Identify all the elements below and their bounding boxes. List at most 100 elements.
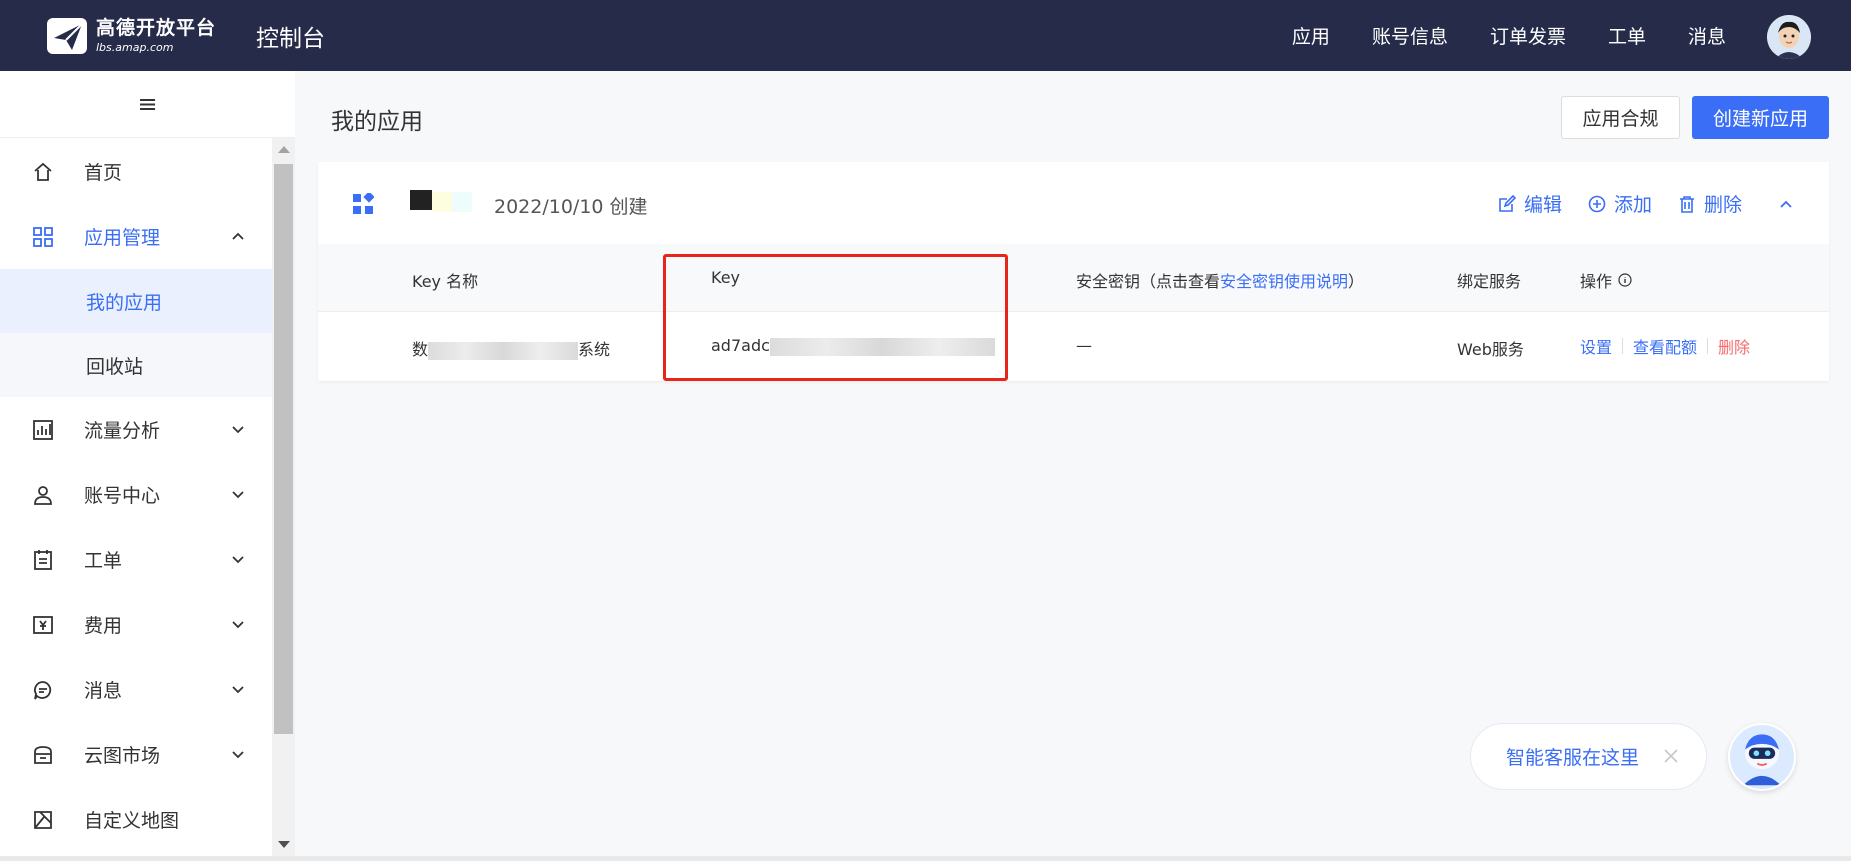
trash-icon <box>1679 195 1694 213</box>
secret-cell: — <box>1076 336 1092 355</box>
close-icon[interactable] <box>1661 746 1681 766</box>
scroll-up-arrow-icon[interactable] <box>278 146 290 153</box>
col-bound-service: 绑定服务 <box>1457 272 1522 291</box>
sidebar-toggle-button[interactable]: ≡ <box>0 71 295 138</box>
user-icon <box>30 482 56 508</box>
top-nav: 应用 账号信息 订单发票 工单 消息 <box>1292 0 1726 71</box>
nav-account-info[interactable]: 账号信息 <box>1372 22 1448 49</box>
key-settings-link[interactable]: 设置 <box>1580 334 1612 358</box>
sidebar-item-home[interactable]: 首页 <box>0 139 272 204</box>
row-actions: 设置 查看配额 删除 <box>1580 334 1750 358</box>
info-icon[interactable] <box>1618 273 1632 287</box>
avatar-face-icon <box>1767 15 1811 59</box>
add-key-button[interactable]: 添加 <box>1588 190 1652 217</box>
window-bottom-edge <box>0 856 1851 861</box>
divider <box>1707 338 1709 354</box>
sidebar-item-cloud-map-market[interactable]: 云图市场 <box>0 722 272 787</box>
chevron-down-icon <box>232 686 244 694</box>
scroll-down-arrow-icon[interactable] <box>278 841 290 848</box>
app-name-redacted <box>432 192 452 212</box>
sidebar-item-label: 消息 <box>84 680 123 702</box>
sidebar-item-label: 流量分析 <box>84 420 161 442</box>
nav-orders-invoices[interactable]: 订单发票 <box>1490 22 1566 49</box>
grid-icon <box>30 224 56 250</box>
create-new-app-button[interactable]: 创建新应用 <box>1692 96 1829 139</box>
nav-tickets[interactable]: 工单 <box>1608 22 1646 49</box>
hamburger-icon: ≡ <box>137 90 158 118</box>
chart-icon <box>30 417 56 443</box>
view-quota-link[interactable]: 查看配额 <box>1633 334 1697 358</box>
sidebar-item-custom-map[interactable]: 自定义地图 <box>0 787 272 852</box>
ticket-icon <box>30 547 56 573</box>
nav-messages[interactable]: 消息 <box>1688 22 1726 49</box>
sidebar-item-label: 工单 <box>84 550 123 572</box>
store-icon <box>30 742 56 768</box>
key-table-header: Key 名称 Key 安全密钥（点击查看安全密钥使用说明） 绑定服务 操作 <box>318 244 1829 312</box>
app-name-redacted <box>452 192 472 212</box>
assistant-bubble[interactable]: 智能客服在这里 <box>1470 723 1707 790</box>
secret-docs-link[interactable]: 安全密钥使用说明 <box>1220 272 1348 291</box>
app-card-header: 2022/10/10 创建 编辑 添加 删除 <box>318 162 1829 244</box>
sidebar-item-recycle-bin[interactable]: 回收站 <box>0 333 272 397</box>
chevron-down-icon <box>232 491 244 499</box>
sidebar-item-label: 云图市场 <box>84 745 161 767</box>
home-icon <box>30 159 56 185</box>
chevron-up-icon <box>232 232 244 240</box>
robot-mascot-icon <box>1730 725 1794 789</box>
collapse-card-button[interactable] <box>1778 196 1794 212</box>
sidebar-item-traffic-analysis[interactable]: 流量分析 <box>0 397 272 462</box>
delete-key-link[interactable]: 删除 <box>1718 334 1750 358</box>
delete-app-button[interactable]: 删除 <box>1678 190 1742 217</box>
app-card: 2022/10/10 创建 编辑 添加 删除 Key 名称 Key 安全密钥（点… <box>318 162 1829 381</box>
assistant-bot-avatar[interactable] <box>1728 723 1796 791</box>
col-secret-suffix: ） <box>1348 272 1365 291</box>
top-bar: 高德开放平台 lbs.amap.com 控制台 应用 账号信息 订单发票 工单 … <box>0 0 1851 71</box>
col-operations: 操作 <box>1580 268 1632 292</box>
sidebar-item-label: 账号中心 <box>84 485 161 507</box>
chevron-down-icon <box>232 556 244 564</box>
delete-label: 删除 <box>1703 194 1742 216</box>
key-highlight-box <box>663 254 1008 381</box>
sidebar-item-messages[interactable]: 消息 <box>0 657 272 722</box>
app-widget-icon <box>353 193 374 214</box>
bound-service-cell: Web服务 <box>1457 340 1524 359</box>
chevron-up-icon <box>1780 200 1792 208</box>
add-label: 添加 <box>1613 194 1652 216</box>
chevron-down-icon <box>232 751 244 759</box>
logo-text-cn: 高德开放平台 <box>96 16 217 39</box>
paper-plane-logo-icon <box>46 16 90 56</box>
sidebar-item-label: 费用 <box>84 615 123 637</box>
amap-logo[interactable]: 高德开放平台 lbs.amap.com <box>46 11 216 61</box>
sidebar-item-label: 自定义地图 <box>84 810 180 832</box>
edit-app-button[interactable]: 编辑 <box>1498 190 1562 217</box>
avatar[interactable] <box>1767 15 1811 59</box>
key-name-cell: 数 系统 <box>412 336 610 360</box>
sidebar-item-label: 首页 <box>84 162 123 184</box>
app-created-date: 2022/10/10 创建 <box>494 196 648 218</box>
chevron-down-icon <box>232 426 244 434</box>
app-card-actions: 编辑 添加 删除 <box>1472 190 1794 217</box>
logo-text-en: lbs.amap.com <box>96 40 174 54</box>
edit-label: 编辑 <box>1523 194 1562 216</box>
sidebar-item-account-center[interactable]: 账号中心 <box>0 462 272 527</box>
page-title: 我的应用 <box>331 109 423 135</box>
sidebar-menu: 首页 应用管理 我的应用 回收站 流量分析 账号中心 工单 费用 消息 云图市场… <box>0 139 272 852</box>
nav-apps[interactable]: 应用 <box>1292 22 1330 49</box>
sidebar-item-fees[interactable]: 费用 <box>0 592 272 657</box>
app-compliance-button[interactable]: 应用合规 <box>1561 96 1680 139</box>
sidebar: ≡ 首页 应用管理 我的应用 回收站 流量分析 账号中心 工单 费用 消息 云图… <box>0 71 295 856</box>
sidebar-item-tickets[interactable]: 工单 <box>0 527 272 592</box>
custom-map-icon <box>30 807 56 833</box>
sidebar-scrollbar[interactable] <box>272 138 295 856</box>
col-secret: 安全密钥（点击查看安全密钥使用说明） <box>1076 268 1364 292</box>
sidebar-item-label: 应用管理 <box>84 227 161 249</box>
sidebar-item-app-management[interactable]: 应用管理 <box>0 204 272 269</box>
key-name-redacted <box>428 341 579 360</box>
col-operations-label: 操作 <box>1580 272 1613 291</box>
plus-circle-icon <box>1588 195 1606 212</box>
table-row: 数系统 ad7adc — Web服务 设置 查看配额 删除 <box>318 312 1829 381</box>
sidebar-item-my-apps[interactable]: 我的应用 <box>0 269 272 333</box>
app-name-redacted <box>410 190 432 210</box>
scrollbar-thumb[interactable] <box>274 164 293 734</box>
assistant-text: 智能客服在这里 <box>1506 747 1640 769</box>
